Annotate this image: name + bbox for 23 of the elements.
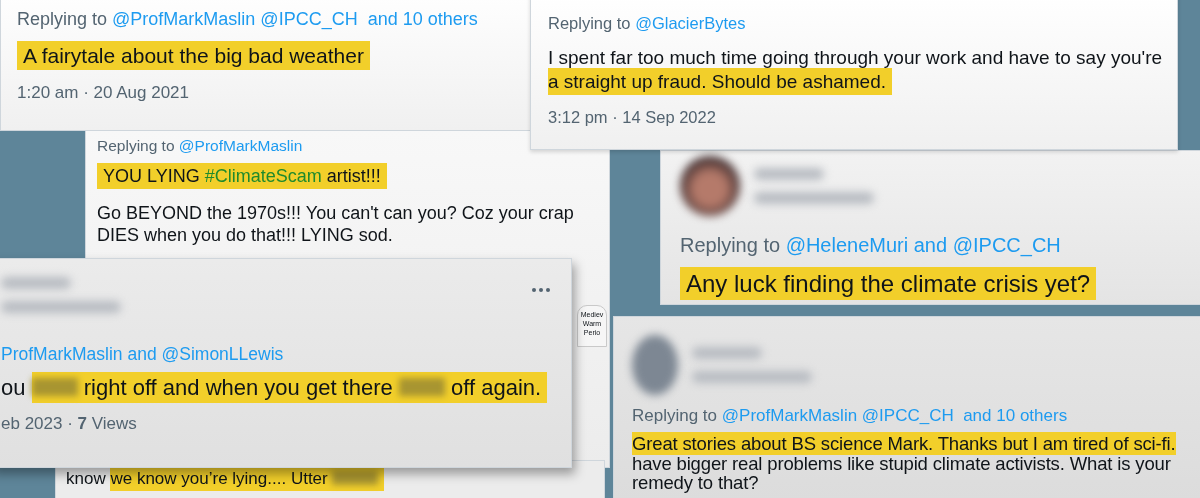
more-icon[interactable] <box>531 287 551 293</box>
mention-link[interactable]: @ProfMarkMaslin @IPCC_CH and 10 others <box>112 9 478 29</box>
tweet-text: YOU LYING #ClimateScam artist!!! <box>97 165 387 188</box>
tweet-text: I spent far too much time going through your work and have to say you're a straight up fraud. Should be ashamed. <box>548 46 1163 94</box>
reply-line: Replying to @GlacierBytes <box>548 13 746 34</box>
reply-line: Replying to @ProfMarkMaslin @IPCC_CH and 10 others <box>17 8 478 32</box>
tweet-text: Any luck finding the climate crisis yet? <box>680 268 1097 300</box>
reply-line: Replying to @ProfMarkMaslin @IPCC_CH and 10 others <box>632 405 1068 427</box>
tweet-text: know we know you’re lying.... Utter <box>66 468 385 491</box>
tweet-text: ou right off and when you get there off again. <box>1 373 548 403</box>
tweet-text: A fairytale about the big bad weather <box>17 42 370 70</box>
mention-link[interactable]: @ProfMarkMaslin @IPCC_CH and 10 others <box>721 406 1068 425</box>
reply-line: Replying to @HeleneMuri and @IPCC_CH <box>680 233 1061 258</box>
tweet-time: eb 2023 · 7 Views <box>1 414 137 435</box>
tweet-text: Great stories about BS science Mark. Thanks but I am tired of sci-fi. have bigger real problems like stupid climate activists. What is your remedy to that? <box>632 434 1177 493</box>
tweet-text: Go BEYOND the 1970s!!! You can't can you? Coz your crap DIES when you do that!!! LYING sod. <box>97 201 575 247</box>
mention-link[interactable]: @HeleneMuri and @IPCC_CH <box>785 234 1061 256</box>
mention-link[interactable]: @ProfMarkMaslin <box>178 137 303 154</box>
reply-line: Replying to @ProfMarkMaslin <box>97 136 303 156</box>
mention-link[interactable]: ProfMarkMaslin and @SimonLLewis <box>1 344 284 364</box>
tweet-time: 3:12 pm · 14 Sep 2022 <box>548 107 716 127</box>
mention-link[interactable]: @GlacierBytes <box>635 14 746 32</box>
tweet-time: 1:20 am · 20 Aug 2021 <box>17 82 190 103</box>
